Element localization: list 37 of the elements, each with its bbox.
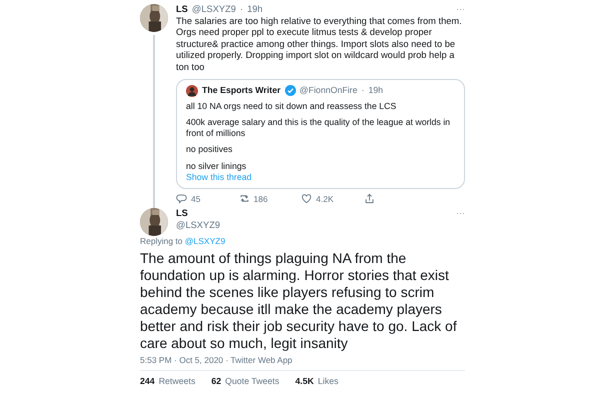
tweet-text: The salaries are too high relative to everything that comes from them. Orgs need proper ppl to execute litmus tests & develop proper structure& practice among other things. Import slots also need to be utilized properly. Dropping import slot on wildcard would prob help a ton too <box>176 16 463 74</box>
tweet-time: 19h <box>247 4 263 16</box>
author-handle: @LSXYZ9 <box>176 220 220 232</box>
quoted-text: 400k average salary and this is the quality of the league at worlds in front of millions <box>186 117 452 138</box>
retweet-icon[interactable] <box>238 193 250 204</box>
avatar-icon <box>186 84 198 97</box>
tweet-timestamp: 5:53 PM · Oct 5, 2020 · Twitter Web App <box>140 355 294 366</box>
author-handle: @LSXYZ9 <box>192 4 236 16</box>
reply-icon[interactable] <box>176 193 187 204</box>
like-icon[interactable] <box>301 193 312 204</box>
likes-count: 4.5K <box>295 376 314 388</box>
show-thread-link[interactable]: Show this thread <box>186 172 252 184</box>
mention-link[interactable]: @LSXYZ9 <box>184 236 226 246</box>
quoted-author-name: The Esports Writer <box>202 85 281 96</box>
share-icon[interactable] <box>364 193 374 204</box>
retweet-count: 186 <box>254 194 268 204</box>
reply-count: 45 <box>191 194 200 204</box>
retweets-count: 244 <box>140 376 155 388</box>
stat-label: Quote Tweets <box>225 376 280 388</box>
separator-dot: · <box>361 85 364 96</box>
quoted-handle: @FionnOnFire <box>300 85 358 96</box>
quoted-text: no positives <box>186 144 234 155</box>
stat-label: Retweets <box>158 376 196 388</box>
tweet-text: The amount of things plaguing NA from the foundation up is alarming. Horror stories that exist behind the scenes like players refusing to scrim academy because itll make the academy players better and risk their job security have to go. Lack of care about so much, legit insanity <box>140 250 458 352</box>
quote-card[interactable] <box>176 78 465 190</box>
replying-label: Replying to <box>140 236 183 246</box>
like-count: 4.2K <box>316 194 334 204</box>
separator-dot: · <box>240 4 244 16</box>
quoted-time: 19h <box>368 85 383 96</box>
stat-label: Likes <box>318 376 338 388</box>
more-button[interactable]: ··· <box>456 208 465 220</box>
more-button[interactable]: ··· <box>456 4 465 16</box>
quote-tweets-count: 62 <box>211 376 222 388</box>
author-name: LS <box>176 208 189 220</box>
quoted-text: all 10 NA orgs need to sit down and reassess the LCS <box>186 100 398 112</box>
quoted-text: no silver linings <box>186 160 248 172</box>
author-name: LS <box>176 4 188 16</box>
